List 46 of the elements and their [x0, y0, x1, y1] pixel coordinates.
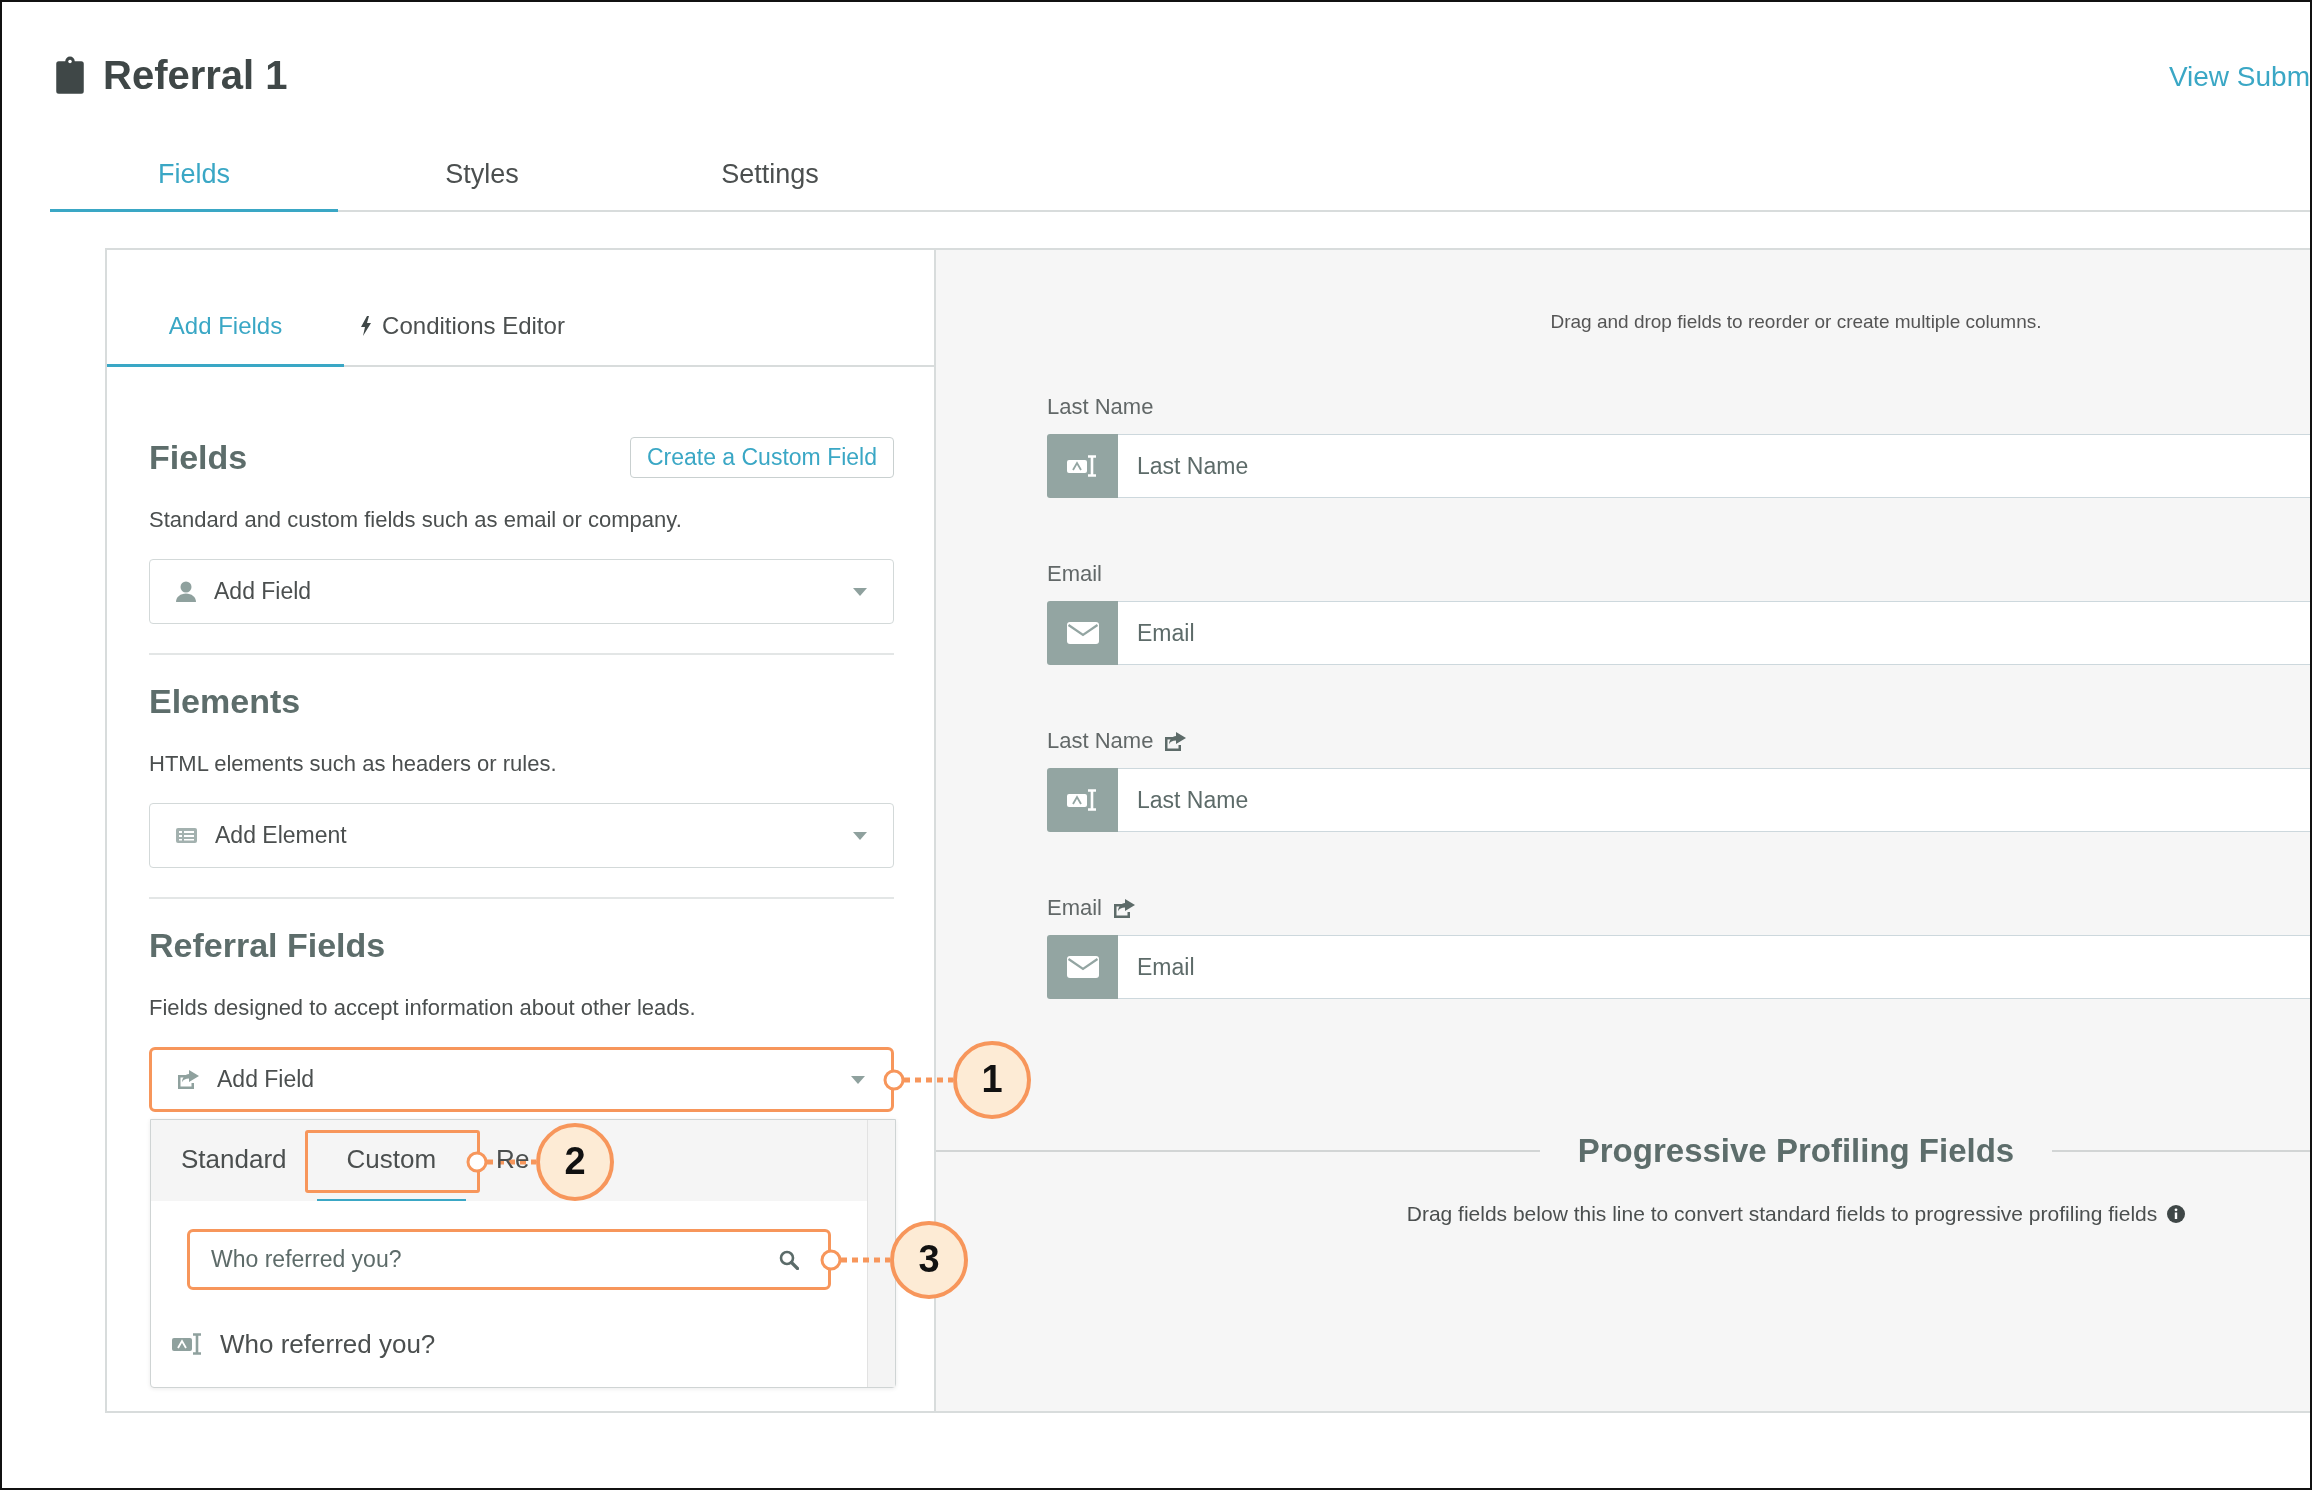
- text-input[interactable]: Last Name: [1118, 434, 2310, 498]
- lightning-bolt-icon: [360, 315, 373, 336]
- menu-tab[interactable]: Custom: [316, 1120, 467, 1201]
- section-heading: Elements: [149, 681, 301, 722]
- envelope-icon: [1047, 935, 1118, 999]
- text-field-icon: [172, 1333, 204, 1355]
- drop-hint: Drag fields below this line to convert standard fields to progressive profiling fields: [1406, 1201, 2158, 1227]
- share-icon: [178, 1070, 199, 1089]
- field-label: Last Name: [1047, 728, 1154, 754]
- text-input[interactable]: Last Name: [1118, 768, 2310, 832]
- search-field[interactable]: Who referred you?: [187, 1229, 831, 1290]
- add-dropdown[interactable]: Add Field: [149, 559, 894, 624]
- text-field-icon: [1047, 768, 1118, 832]
- menu-tab[interactable]: Re: [466, 1120, 530, 1201]
- caret-down-icon: [853, 831, 867, 840]
- section-description: Fields designed to accept information about other leads.: [149, 994, 697, 1022]
- clipboard-icon: [55, 56, 85, 94]
- info-icon: [2167, 1205, 2186, 1223]
- section-description: Standard and custom fields such as email or company.: [149, 506, 683, 534]
- caret-down-icon: [853, 587, 867, 596]
- add-dropdown[interactable]: Add Element: [149, 803, 894, 868]
- section-description: HTML elements such as headers or rules.: [149, 750, 558, 778]
- callout-number: 2: [536, 1122, 615, 1201]
- menu-tab[interactable]: Standard: [151, 1120, 317, 1201]
- section-heading: Fields: [149, 437, 248, 478]
- tab[interactable]: Styles: [338, 140, 626, 212]
- envelope-icon: [1047, 601, 1118, 665]
- text-field-icon: [1047, 434, 1118, 498]
- drop-hint: Drag and drop fields to reorder or create multiple columns.: [1549, 310, 2043, 334]
- section-heading: Progressive Profiling Fields: [1577, 1132, 2015, 1170]
- panel-tab[interactable]: Conditions Editor: [344, 307, 581, 367]
- field-label: Email: [1047, 895, 1102, 921]
- section-heading: Referral Fields: [149, 925, 386, 966]
- callout-leader: [820, 1248, 890, 1271]
- add-dropdown[interactable]: Add Field: [149, 1047, 894, 1112]
- text-input[interactable]: Email: [1118, 601, 2310, 665]
- caret-down-icon: [851, 1075, 865, 1084]
- field-label: Last Name: [1047, 394, 1154, 420]
- search-icon: [779, 1249, 799, 1270]
- field-label: Email: [1047, 561, 1102, 587]
- text-input[interactable]: Email: [1118, 935, 2310, 999]
- person-icon: [176, 581, 196, 602]
- list-icon: [176, 828, 197, 843]
- menu-option[interactable]: Who referred you?: [151, 1316, 867, 1372]
- page-title: Referral 1: [103, 52, 288, 99]
- tab[interactable]: Settings: [626, 140, 914, 212]
